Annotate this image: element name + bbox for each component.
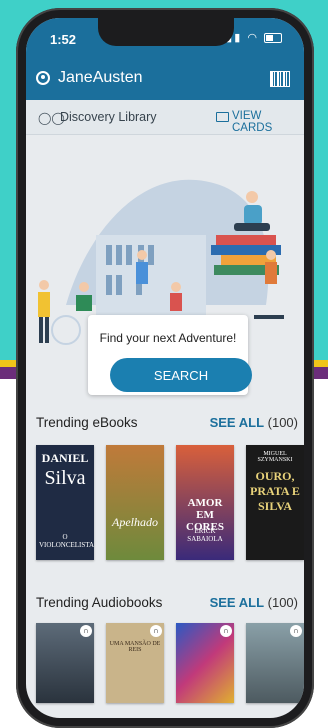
status-icons: ▮▮ ◠ [226, 31, 282, 44]
ebooks-row: DANIEL Silva O VIOLONCELISTA Apelhado AM… [36, 445, 304, 560]
cover-subtitle: ERICK SABAIOLA [187, 527, 223, 543]
barcode-icon[interactable] [270, 71, 290, 87]
see-all-label[interactable]: SEE ALL [210, 415, 264, 430]
cover-author: MIGUEL SZYMANSKI [257, 451, 293, 463]
see-all-audiobooks[interactable]: SEE ALL (100) [210, 595, 298, 610]
search-prompt: Find your next Adventure! [99, 331, 237, 345]
ebook-cover[interactable]: Apelhado [106, 445, 164, 560]
see-all-count: (100) [267, 415, 298, 430]
battery-icon [264, 33, 282, 44]
headphones-icon: ∩ [80, 625, 92, 637]
cover-title: Silva [44, 467, 86, 489]
phone-notch [98, 18, 234, 46]
search-button[interactable]: SEARCH [110, 358, 252, 392]
ebook-cover[interactable]: AMOR EM CORES ERICK SABAIOLA [176, 445, 234, 560]
cover-subtitle: O VIOLONCELISTA [39, 533, 94, 549]
user-name[interactable]: JaneAusten [58, 69, 143, 87]
search-card: Find your next Adventure! SEARCH [88, 315, 252, 395]
see-all-count: (100) [267, 595, 298, 610]
see-all-label[interactable]: SEE ALL [210, 595, 264, 610]
cover-title: Apelhado [112, 515, 158, 529]
phone-screen: 1:52 ▮▮ ◠ JaneAusten ◯◯ Discovery Librar… [26, 18, 304, 718]
trending-ebooks-header: Trending eBooks SEE ALL (100) [26, 415, 304, 435]
audiobook-cover[interactable]: ∩ [246, 623, 304, 703]
audiobook-cover[interactable]: ∩ [36, 623, 94, 703]
audiobooks-row: ∩ ∩ UMA MANSÃO DE REIS ∩ ∩ [36, 623, 304, 703]
app-bar: JaneAusten [26, 58, 304, 100]
library-name[interactable]: Discovery Library [60, 110, 157, 124]
ebook-cover[interactable]: MIGUEL SZYMANSKI OURO, PRATA E SILVA [246, 445, 304, 560]
cover-title: UMA MANSÃO DE REIS [109, 641, 161, 653]
account-circle-icon[interactable] [36, 71, 50, 85]
headphones-icon: ∩ [150, 625, 162, 637]
phone-frame: 1:52 ▮▮ ◠ JaneAusten ◯◯ Discovery Librar… [16, 8, 314, 728]
hero-banner: Find your next Adventure! SEARCH [26, 135, 304, 395]
view-cards-link[interactable]: VIEW CARDS [232, 110, 304, 134]
headphones-icon: ∩ [290, 625, 302, 637]
library-bar: ◯◯ Discovery Library VIEW CARDS [26, 100, 304, 135]
headphones-icon: ∩ [220, 625, 232, 637]
card-icon[interactable] [216, 112, 229, 122]
cover-title: OURO, PRATA E SILVA [250, 469, 300, 513]
section-title: Trending eBooks [36, 415, 138, 430]
cover-author: DANIEL [41, 451, 89, 465]
section-title: Trending Audiobooks [36, 595, 163, 610]
trending-audiobooks-header: Trending Audiobooks SEE ALL (100) [26, 595, 304, 615]
see-all-ebooks[interactable]: SEE ALL (100) [210, 415, 298, 430]
wifi-icon: ◠ [247, 32, 259, 44]
status-time: 1:52 [50, 32, 77, 47]
ebook-cover[interactable]: DANIEL Silva O VIOLONCELISTA [36, 445, 94, 560]
audiobook-cover[interactable]: ∩ [176, 623, 234, 703]
audiobook-cover[interactable]: ∩ UMA MANSÃO DE REIS [106, 623, 164, 703]
